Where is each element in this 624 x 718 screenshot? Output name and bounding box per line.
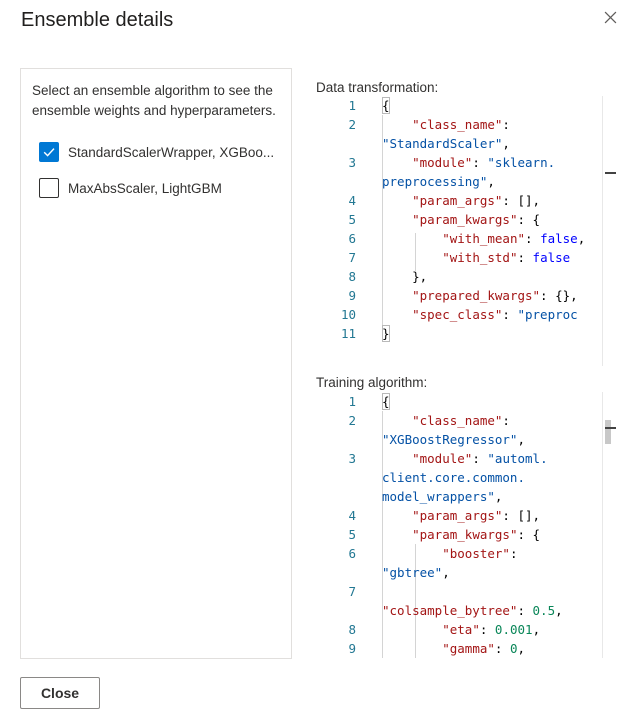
algorithm-item-standardscaler-xgboost[interactable]: StandardScalerWrapper, XGBoo...	[39, 141, 274, 163]
code-line-wrap: "XGBoostRegressor",	[382, 432, 525, 447]
code-line: "spec_class": "preproc	[412, 307, 578, 322]
code-line-wrap: "StandardScaler",	[382, 136, 510, 151]
algorithm-label: StandardScalerWrapper, XGBoo...	[68, 144, 275, 160]
line-number: 6	[348, 546, 356, 561]
line-number: 7	[348, 584, 356, 599]
close-icon	[604, 11, 616, 23]
algorithm-list-panel: Select an ensemble algorithm to see the …	[20, 68, 292, 659]
algorithm-item-maxabsscaler-lightgbm[interactable]: MaxAbsScaler, LightGBM	[39, 177, 222, 199]
code-line-wrap: "gbtree",	[382, 565, 450, 580]
training-algorithm-editor[interactable]: 1 { 2 "class_name": "XGBoostRegressor", …	[316, 392, 616, 658]
line-number: 3	[348, 155, 356, 170]
close-button[interactable]: Close	[20, 677, 100, 709]
training-algorithm-label: Training algorithm:	[316, 375, 428, 390]
scrollbar-thumb[interactable]	[605, 420, 611, 444]
code-line: "eta": 0.001,	[442, 622, 541, 637]
code-line: "with_mean": false,	[442, 231, 586, 246]
code-line: "class_name":	[412, 117, 518, 132]
line-number: 1	[348, 394, 356, 409]
code-line: "param_kwargs": {	[412, 212, 541, 227]
data-transformation-editor[interactable]: 1 { 2 "class_name": "StandardScaler", 3 …	[316, 96, 616, 366]
algorithm-checkbox-unchecked[interactable]	[39, 178, 59, 198]
code-line: "param_args": [],	[412, 193, 541, 208]
line-number: 8	[348, 622, 356, 637]
code-line: "gamma": 0,	[442, 641, 526, 656]
line-number: 5	[348, 527, 356, 542]
line-number: 6	[348, 231, 356, 246]
algorithm-label: MaxAbsScaler, LightGBM	[68, 180, 222, 196]
scrollbar-position-marker	[605, 427, 616, 429]
code-line: "booster":	[442, 546, 518, 561]
line-number: 9	[348, 288, 356, 303]
code-line: "param_kwargs": {	[412, 527, 541, 542]
dialog-close-button[interactable]	[599, 6, 621, 28]
line-number: 1	[348, 98, 356, 113]
instructions-text: Select an ensemble algorithm to see the …	[32, 83, 276, 118]
code-line: "prepared_kwargs": {},	[412, 288, 578, 303]
line-number: 11	[340, 326, 356, 341]
code-line: "class_name":	[412, 413, 518, 428]
checkmark-icon	[43, 148, 55, 157]
line-number: 5	[348, 212, 356, 227]
line-number: 7	[348, 250, 356, 265]
line-number: 4	[348, 508, 356, 523]
code-line: {	[382, 98, 390, 113]
code-line-wrap: "colsample_bytree": 0.5,	[382, 603, 563, 618]
code-line-wrap: model_wrappers",	[382, 489, 503, 504]
code-line: "module": "sklearn.	[412, 155, 556, 170]
line-number: 10	[340, 307, 356, 322]
line-number: 2	[348, 413, 356, 428]
code-line: "module": "automl.	[412, 451, 548, 466]
code-line: {	[382, 394, 390, 409]
line-number: 9	[348, 641, 356, 656]
data-transformation-label: Data transformation:	[316, 80, 439, 95]
dialog-title: Ensemble details	[21, 9, 174, 31]
line-number: 2	[348, 117, 356, 132]
code-line-wrap: client.core.common.	[382, 470, 525, 485]
scrollbar-position-marker	[605, 172, 616, 174]
vertical-scrollbar[interactable]	[602, 96, 616, 366]
algorithm-checkbox-checked[interactable]	[39, 142, 59, 162]
code-line: "param_args": [],	[412, 508, 541, 523]
code-line: "with_std": false	[442, 250, 571, 265]
code-line: },	[382, 269, 428, 284]
line-number: 3	[348, 451, 356, 466]
code-line-wrap: preprocessing",	[382, 174, 495, 189]
vertical-scrollbar[interactable]	[602, 392, 616, 658]
code-line: }	[382, 326, 390, 341]
line-number: 8	[348, 269, 356, 284]
line-number: 4	[348, 193, 356, 208]
